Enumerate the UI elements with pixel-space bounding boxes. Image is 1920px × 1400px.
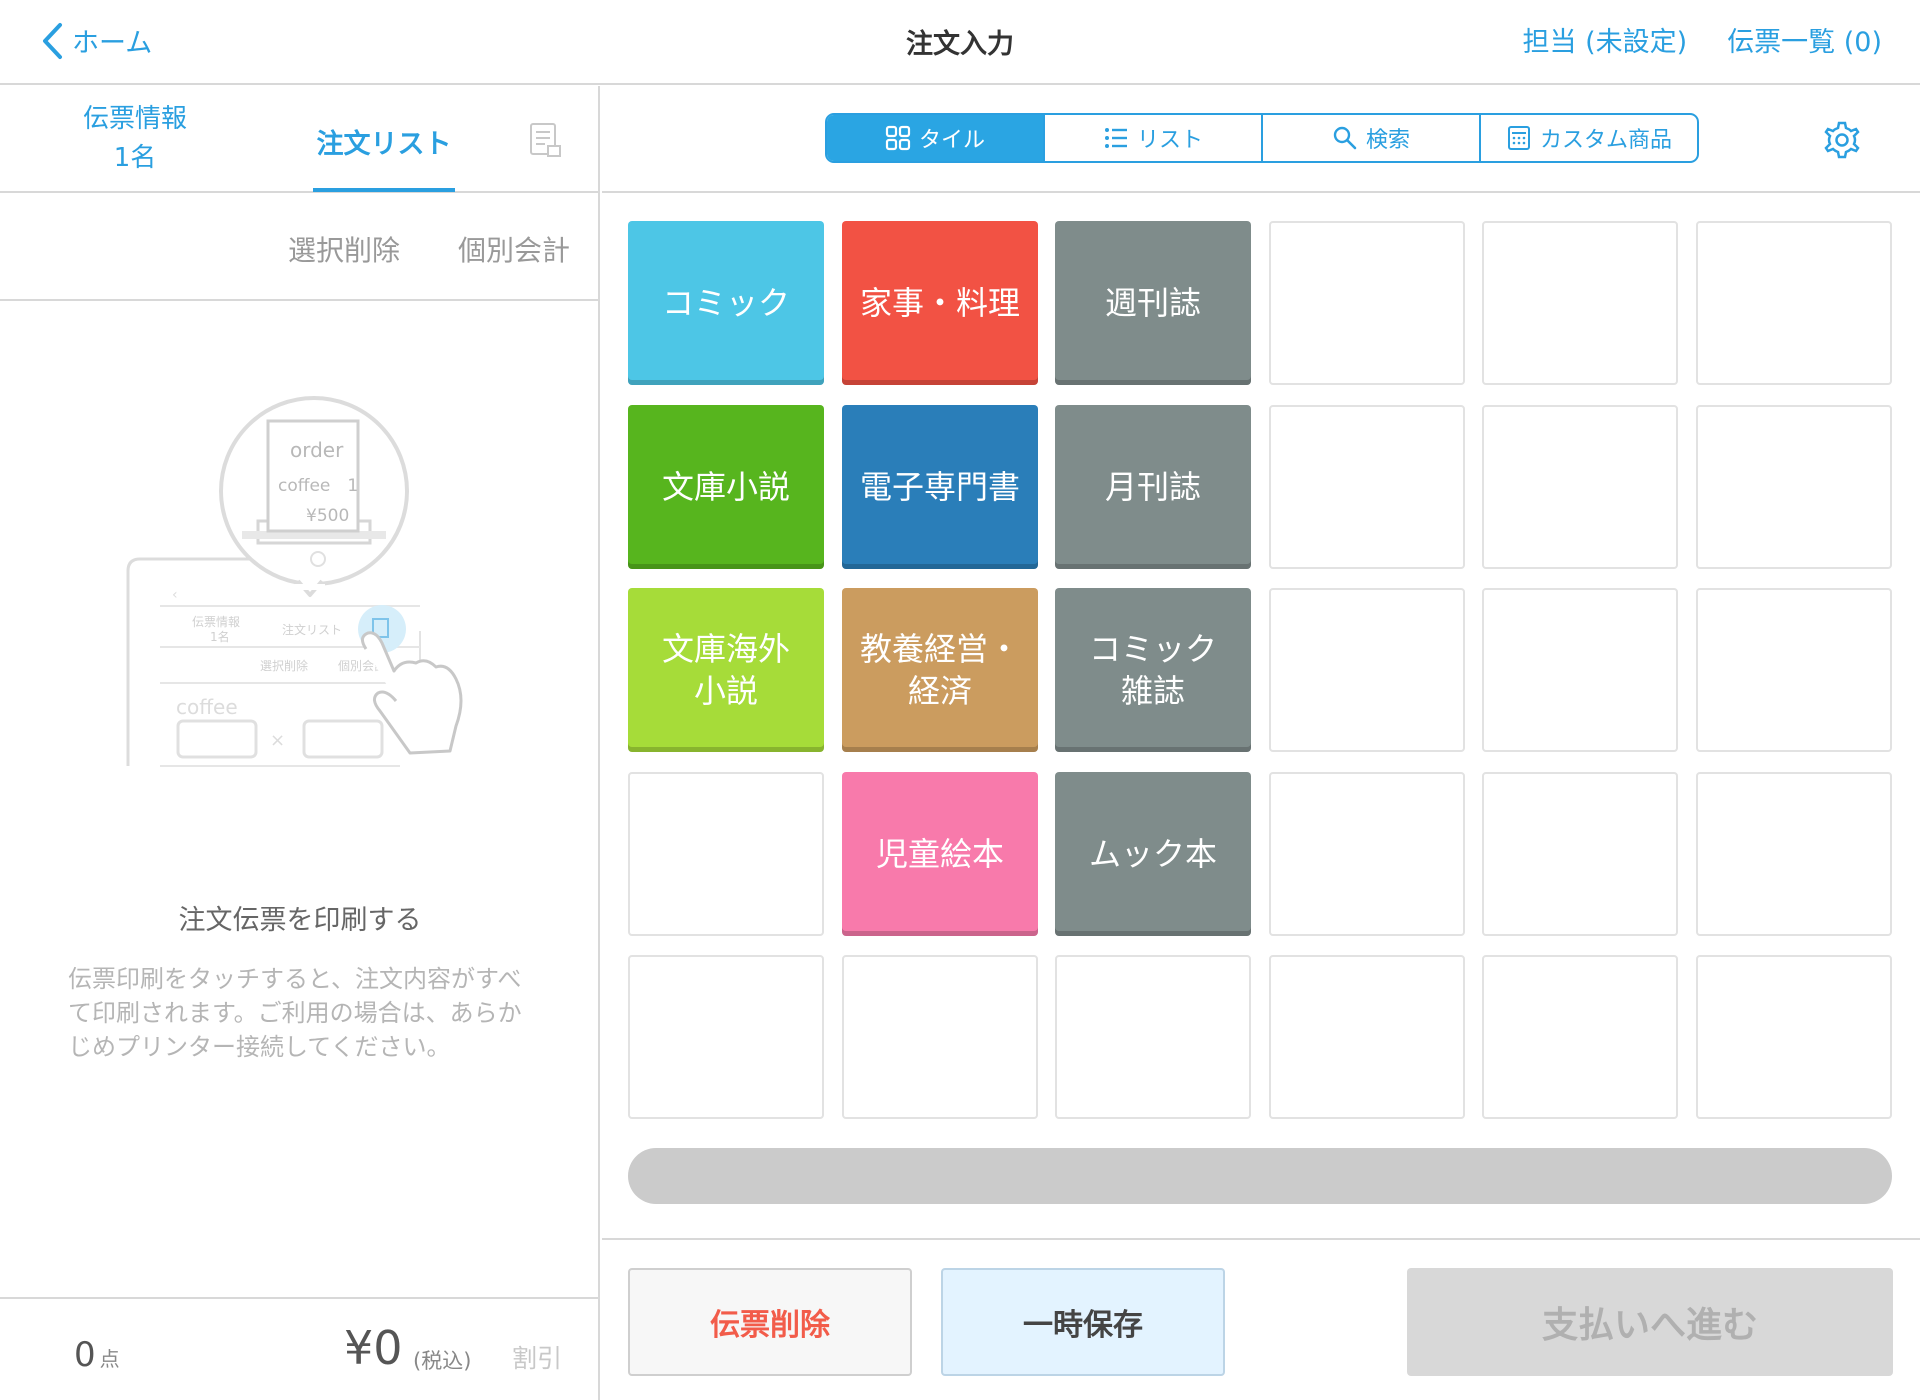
category-tile-label: 文庫海外 小説 bbox=[661, 630, 790, 710]
category-tile[interactable]: 家事・料理 bbox=[842, 221, 1038, 385]
mini-times: × bbox=[270, 730, 285, 751]
calculator-icon bbox=[1507, 126, 1530, 150]
empty-tile-slot bbox=[842, 955, 1038, 1119]
top-bar: ホーム 注文入力 担当 (未設定) 伝票一覧 (0) bbox=[0, 0, 1920, 85]
tab-slip-info[interactable]: 伝票情報 1名 bbox=[60, 100, 210, 178]
mini-tab-order: 注文リスト bbox=[282, 622, 342, 637]
category-tile-label: コミック bbox=[661, 284, 790, 322]
category-tile-label: 電子専門書 bbox=[859, 468, 1020, 506]
slip-list-button[interactable]: 伝票一覧 (0) bbox=[1727, 20, 1882, 59]
order-list-panel: 伝票情報 1名 注文リスト 選択削除 個別会計 ‹ 伝票情報 1名 注文リスト … bbox=[0, 86, 600, 1400]
left-tabs: 伝票情報 1名 注文リスト bbox=[0, 86, 600, 193]
view-list-button[interactable]: リスト bbox=[1045, 115, 1263, 161]
empty-tile-slot bbox=[1269, 221, 1465, 385]
print-guide-illustration: ‹ 伝票情報 1名 注文リスト 選択削除 個別会計 coffee × order… bbox=[126, 396, 463, 767]
mini-tab-info-count: 1名 bbox=[210, 629, 230, 644]
tax-note: (税込) bbox=[413, 1349, 472, 1373]
empty-tile-slot bbox=[1482, 221, 1678, 385]
staff-button[interactable]: 担当 (未設定) bbox=[1523, 20, 1688, 59]
delete-slip-button[interactable]: 伝票削除 bbox=[628, 1268, 912, 1376]
receipt-price: ¥500 bbox=[306, 506, 349, 526]
view-search-button[interactable]: 検索 bbox=[1263, 115, 1481, 161]
category-tile-label: 週刊誌 bbox=[1104, 284, 1201, 322]
guest-count: 1名 bbox=[113, 143, 157, 173]
empty-tile-slot bbox=[628, 955, 824, 1119]
view-tile-button[interactable]: タイル bbox=[827, 115, 1045, 161]
empty-tile-slot bbox=[1482, 772, 1678, 936]
empty-tile-slot bbox=[1482, 588, 1678, 752]
empty-tile-slot bbox=[1269, 588, 1465, 752]
print-guide-title: 注文伝票を印刷する bbox=[178, 905, 422, 936]
empty-tile-slot bbox=[1482, 955, 1678, 1119]
proceed-payment-button[interactable]: 支払いへ進む bbox=[1407, 1268, 1893, 1376]
svg-text:‹: ‹ bbox=[172, 587, 178, 603]
category-tile-label: 児童絵本 bbox=[875, 835, 1004, 873]
view-custom-product-label: カスタム商品 bbox=[1539, 128, 1672, 153]
view-mode-segmented-control: タイル リスト 検索 カスタム商品 bbox=[825, 113, 1699, 163]
empty-tile-slot bbox=[1269, 955, 1465, 1119]
mini-tab-info: 伝票情報 bbox=[192, 615, 240, 629]
empty-tile-slot bbox=[1696, 772, 1892, 936]
empty-tile-slot bbox=[1696, 588, 1892, 752]
category-tile-label: 家事・料理 bbox=[859, 284, 1020, 322]
category-tile[interactable]: 文庫海外 小説 bbox=[628, 588, 824, 752]
category-tile-label: ムック本 bbox=[1088, 835, 1217, 873]
select-delete-button[interactable]: 選択削除 bbox=[288, 229, 400, 269]
gear-icon[interactable] bbox=[1822, 120, 1862, 160]
empty-tile-slot bbox=[1269, 405, 1465, 569]
empty-tile-slot bbox=[1696, 955, 1892, 1119]
empty-tile-slot bbox=[1269, 772, 1465, 936]
print-slip-icon[interactable] bbox=[528, 122, 562, 158]
item-count: 0点 bbox=[74, 1335, 120, 1375]
view-switch-bar: タイル リスト 検索 カスタム商品 bbox=[602, 86, 1920, 193]
category-tile-label: コミック 雑誌 bbox=[1088, 630, 1217, 710]
empty-tile-slot bbox=[1482, 405, 1678, 569]
active-tab-indicator bbox=[313, 188, 455, 192]
category-tile[interactable]: 電子専門書 bbox=[842, 405, 1038, 569]
receipt-order: order bbox=[290, 438, 344, 462]
total-amount: ¥0 bbox=[344, 1321, 403, 1375]
category-tile-label: 月刊誌 bbox=[1104, 468, 1201, 506]
view-tile-label: タイル bbox=[918, 128, 985, 153]
empty-tile-slot bbox=[1055, 955, 1251, 1119]
order-footer-actions: 伝票削除 一時保存 支払いへ進む bbox=[602, 1238, 1920, 1400]
category-tile[interactable]: 教養経営・ 経済 bbox=[842, 588, 1038, 752]
print-guide-description: 伝票印刷をタッチすると、注文内容がすべて印刷されます。ご利用の場合は、あらかじめ… bbox=[68, 965, 522, 1061]
empty-tile-slot bbox=[628, 772, 824, 936]
temp-save-button[interactable]: 一時保存 bbox=[941, 1268, 1225, 1376]
category-tile[interactable]: ムック本 bbox=[1055, 772, 1251, 936]
category-tile[interactable]: 児童絵本 bbox=[842, 772, 1038, 936]
tab-order-list[interactable]: 注文リスト bbox=[313, 122, 455, 161]
category-tile-label: 文庫小説 bbox=[661, 468, 790, 506]
order-summary: 0点 ¥0 (税込) 割引 bbox=[0, 1297, 600, 1400]
view-custom-product-button[interactable]: カスタム商品 bbox=[1481, 115, 1697, 161]
empty-tile-slot bbox=[1696, 221, 1892, 385]
list-icon bbox=[1104, 128, 1127, 148]
search-icon bbox=[1333, 126, 1357, 150]
item-count-value: 0 bbox=[74, 1335, 96, 1375]
category-tile[interactable]: 文庫小説 bbox=[628, 405, 824, 569]
category-tile[interactable]: 週刊誌 bbox=[1055, 221, 1251, 385]
split-pay-button[interactable]: 個別会計 bbox=[458, 229, 570, 269]
category-tile[interactable]: コミック 雑誌 bbox=[1055, 588, 1251, 752]
tab-slip-info-label: 伝票情報 bbox=[82, 104, 187, 134]
horizontal-scrollbar[interactable] bbox=[628, 1148, 1892, 1204]
order-actions: 選択削除 個別会計 bbox=[0, 193, 600, 301]
category-tile-label: 教養経営・ 経済 bbox=[859, 630, 1020, 710]
empty-tile-slot bbox=[1696, 405, 1892, 569]
category-tile[interactable]: コミック bbox=[628, 221, 824, 385]
view-search-label: 検索 bbox=[1365, 128, 1410, 153]
grid-icon bbox=[885, 125, 911, 151]
mini-item: coffee bbox=[176, 695, 238, 719]
mini-select-delete: 選択削除 bbox=[260, 658, 308, 673]
category-tile[interactable]: 月刊誌 bbox=[1055, 405, 1251, 569]
receipt-coffee: coffee 1 bbox=[278, 476, 358, 496]
product-panel: タイル リスト 検索 カスタム商品 コミック 家事・料理 週刊誌文庫小説 電子専門書 月… bbox=[602, 86, 1920, 1400]
item-count-unit: 点 bbox=[99, 1347, 120, 1371]
discount-button[interactable]: 割引 bbox=[512, 1339, 562, 1375]
view-list-label: リスト bbox=[1136, 128, 1203, 153]
